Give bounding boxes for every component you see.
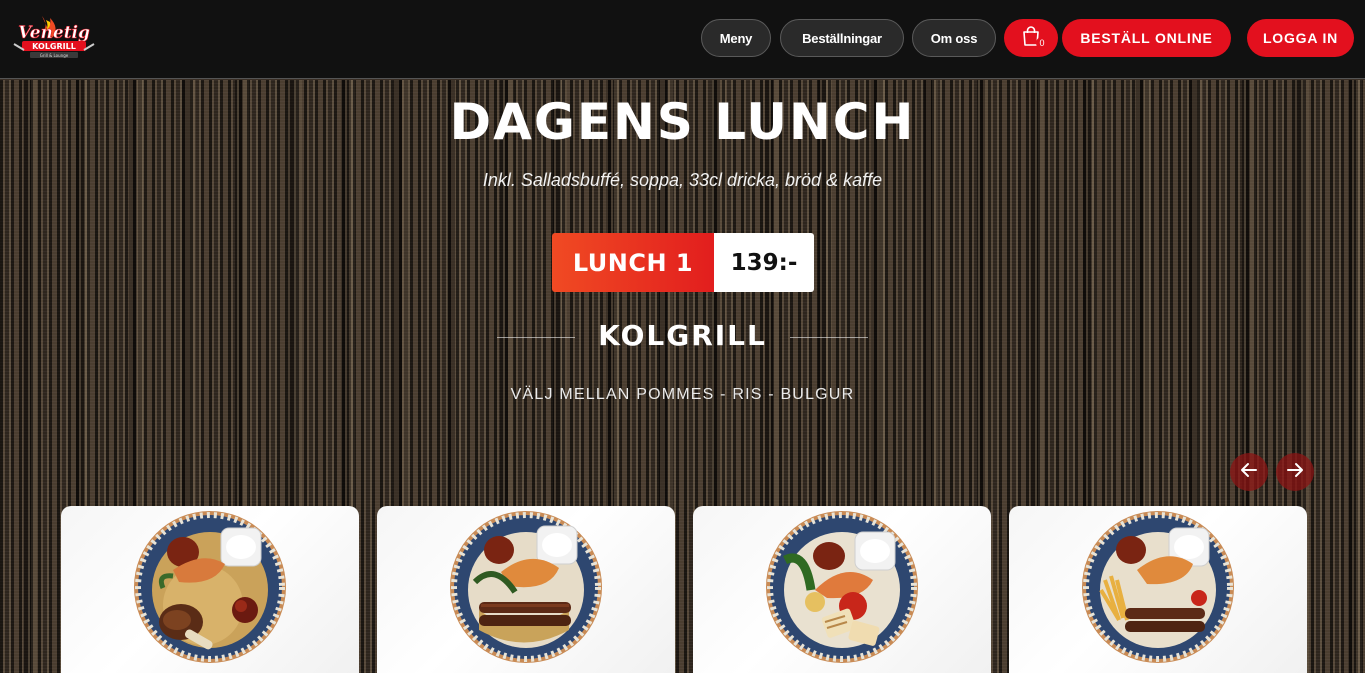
svg-text:Venetig: Venetig	[18, 23, 90, 43]
nav-item-label: Meny	[719, 30, 753, 46]
dish-image	[450, 511, 602, 663]
login-label: LOGGA IN	[1262, 30, 1339, 46]
nav-item-label: Beställningar	[802, 30, 882, 46]
cart-button[interactable]: 0	[1004, 19, 1058, 57]
carousel-next-button[interactable]	[1276, 453, 1314, 491]
dish-image	[766, 511, 918, 663]
section-title: KOLGRILL	[598, 319, 767, 352]
dish-card[interactable]	[377, 506, 675, 673]
svg-text:Grill & Lounge: Grill & Lounge	[40, 53, 69, 58]
top-navbar: Venetig KOLGRILL Grill & Lounge Meny Bes…	[0, 0, 1365, 79]
nav-item-meny[interactable]: Meny	[701, 19, 771, 57]
dish-image	[1082, 511, 1234, 663]
lunch-number-tag: LUNCH 1	[552, 233, 714, 292]
nav-item-label: Om oss	[930, 30, 978, 46]
carousel-prev-button[interactable]	[1230, 453, 1268, 491]
arrow-right-icon	[1286, 461, 1304, 484]
nav-item-om-oss[interactable]: Om oss	[912, 19, 996, 57]
order-online-button[interactable]: BESTÄLL ONLINE	[1062, 19, 1231, 57]
dish-card[interactable]	[61, 506, 359, 673]
cart-count-badge: 0	[1036, 37, 1048, 49]
order-online-label: BESTÄLL ONLINE	[1080, 30, 1213, 46]
venetig-logo[interactable]: Venetig KOLGRILL Grill & Lounge	[12, 14, 96, 62]
section-description: VÄLJ MELLAN POMMES - RIS - BULGUR	[510, 386, 855, 403]
dish-image	[134, 511, 286, 663]
nav-item-bestallningar[interactable]: Beställningar	[780, 19, 904, 57]
arrow-left-icon	[1240, 461, 1258, 484]
lunch-includes-subtitle: Inkl. Salladsbuffé, soppa, 33cl dricka, …	[482, 170, 883, 190]
dish-card[interactable]	[1009, 506, 1307, 673]
lunch-hero-section: DAGENS LUNCH Inkl. Salladsbuffé, soppa, …	[0, 80, 1365, 673]
divider-right	[790, 337, 868, 338]
login-button[interactable]: LOGGA IN	[1247, 19, 1354, 57]
lunch-price-tag: 139:-	[714, 233, 814, 292]
svg-text:KOLGRILL: KOLGRILL	[32, 42, 76, 51]
dish-card[interactable]	[693, 506, 991, 673]
page-title: DAGENS LUNCH	[449, 93, 916, 151]
